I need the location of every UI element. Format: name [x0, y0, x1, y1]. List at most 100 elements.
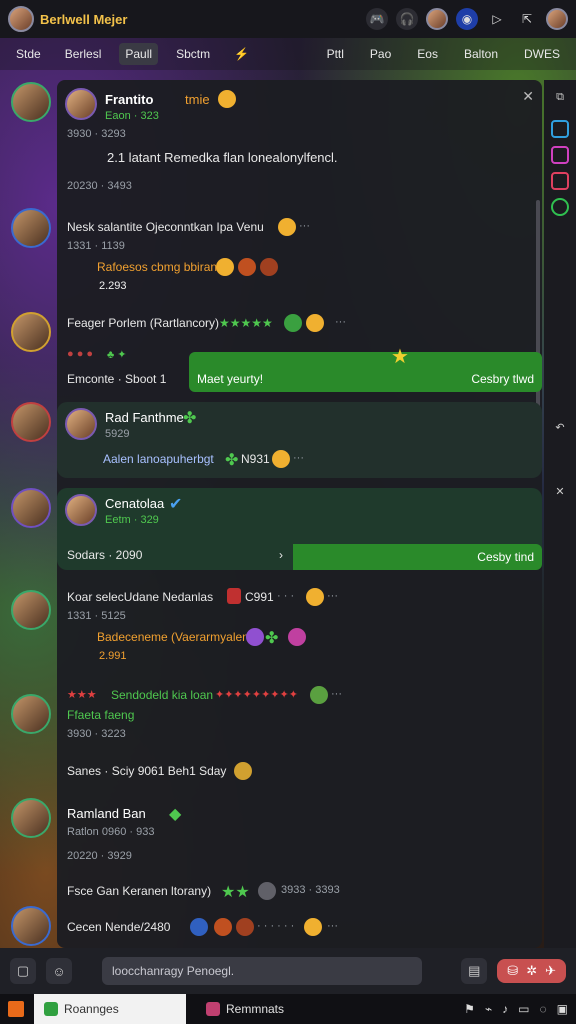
- instagram-icon[interactable]: [551, 146, 569, 164]
- attach-icon[interactable]: ▢: [10, 958, 36, 984]
- cat-icon: [234, 762, 252, 780]
- undo-icon[interactable]: ↶: [551, 418, 569, 436]
- flag-icon[interactable]: [551, 172, 569, 190]
- bar-left-label: Maet yeurty!: [197, 372, 264, 386]
- sender-name[interactable]: Ramland Ban: [67, 806, 146, 821]
- smile-icon: [272, 450, 290, 468]
- power-icon[interactable]: [551, 198, 569, 216]
- message-text: Sanes · Sciy 9061 Beh1 Sday: [67, 764, 227, 778]
- reaction-bar[interactable]: Maet yeurty! Cesbry tlwd: [189, 352, 542, 392]
- avatar[interactable]: [11, 82, 51, 122]
- system-tray: ⚑ ⌁ ♪ ▭ ◌ ▣: [464, 1002, 568, 1016]
- tab-stde[interactable]: Stde: [10, 43, 47, 65]
- message-code: C991: [245, 590, 274, 604]
- voice-icon[interactable]: ⛁: [507, 963, 518, 979]
- tab-pttl[interactable]: Pttl: [321, 43, 350, 65]
- smile-icon: [218, 90, 236, 108]
- taskbar-app-roannges[interactable]: Roannges: [34, 994, 186, 1024]
- gallery-icon[interactable]: ▤: [461, 958, 488, 984]
- message-item: Nesk salantite Ojeconntkan Ipa Venu ··· …: [67, 218, 310, 292]
- game-controller-icon[interactable]: 🎮: [366, 8, 388, 30]
- more-dots: ···: [335, 316, 346, 328]
- right-sidebar: ⧉ ↶ ✕: [544, 80, 576, 948]
- tab-berlesl[interactable]: Berlesl: [59, 43, 108, 65]
- tab-pao[interactable]: Pao: [364, 43, 397, 65]
- status-badge: tmie: [185, 92, 210, 107]
- avatar[interactable]: [11, 590, 51, 630]
- volume-icon[interactable]: ♪: [502, 1002, 508, 1016]
- headset-icon[interactable]: 🎧: [396, 8, 418, 30]
- chat-icon[interactable]: ◌: [540, 1002, 547, 1016]
- status-text: 5929: [105, 428, 130, 440]
- tablet-icon[interactable]: [551, 120, 569, 138]
- clover-icon: ✤: [265, 630, 279, 647]
- avatar[interactable]: [11, 488, 51, 528]
- message-text: Feager Porlem (Rartlancory): [67, 316, 220, 330]
- fire-icon: [214, 918, 232, 936]
- message-title: Nesk salantite Ojeconntkan Ipa Venu: [67, 220, 264, 234]
- emoji-icon[interactable]: ☺: [46, 958, 72, 984]
- avatar[interactable]: [11, 208, 51, 248]
- message-item: ● ● ● ♣ ✦ Emconte · Sboot 1 Maet yeurty!…: [57, 346, 542, 394]
- app-icon: [206, 1002, 220, 1016]
- send-icon[interactable]: ✈: [545, 963, 556, 979]
- gem-icon: ◆: [169, 806, 182, 823]
- camera-icon[interactable]: ▷: [486, 8, 508, 30]
- message-text: Badeceneme (Vaerarmyalengt: [97, 630, 259, 644]
- sender-name[interactable]: Rad Fanthme: [105, 410, 184, 425]
- message-title: Sendodeld kia loan: [111, 688, 214, 702]
- verified-icon: ✔: [169, 496, 183, 513]
- start-icon[interactable]: [8, 1001, 24, 1017]
- message-text: 2.1 latant Remedka flan lonealonylfencl.: [107, 150, 338, 165]
- friend-avatar[interactable]: [426, 8, 448, 30]
- top-bar: Berlwell Mejer 🎮 🎧 ◉ ▷ ⇱: [0, 0, 576, 38]
- status-text: Eaon · 323: [105, 110, 159, 122]
- notification-icon[interactable]: ⚑: [464, 1002, 475, 1016]
- send-actions[interactable]: ⛁ ✲ ✈: [497, 959, 566, 983]
- status-text: Eetm · 329: [105, 514, 159, 526]
- tab-bolt[interactable]: ⚡: [228, 43, 255, 65]
- fire-icon: [236, 918, 254, 936]
- tab-balton[interactable]: Balton: [458, 43, 504, 65]
- message-card: Cenatolaa ✔ Eetm · 329 Sodars · 2090 › C…: [57, 488, 542, 570]
- eye-icon[interactable]: ◉: [456, 8, 478, 30]
- close-icon[interactable]: ✕: [551, 482, 569, 500]
- thumbs-up-icon: [304, 918, 322, 936]
- sender-name[interactable]: Frantito: [105, 92, 153, 107]
- message-subtitle: Ffaeta faeng: [67, 708, 135, 722]
- message-extra: 3933 · 3393: [281, 884, 340, 896]
- avatar[interactable]: [11, 402, 51, 442]
- settings-icon[interactable]: ✲: [526, 963, 537, 979]
- smile-icon: [306, 588, 324, 606]
- reaction-bar[interactable]: Cesby tind: [293, 544, 542, 570]
- fire-icon: [238, 258, 256, 276]
- avatar[interactable]: [11, 906, 51, 946]
- avatar[interactable]: [11, 798, 51, 838]
- message-number: 2.293: [99, 280, 127, 292]
- tab-row: Stde Berlesl Paull Sbctm ⚡ Pttl Pao Eos …: [0, 38, 576, 70]
- avatar: [65, 494, 97, 526]
- user-avatar[interactable]: [8, 6, 34, 32]
- display-icon[interactable]: ▣: [557, 1002, 568, 1016]
- bar-right-label: Cesby tind: [477, 550, 534, 564]
- network-icon[interactable]: ⌁: [485, 1002, 492, 1016]
- sender-name[interactable]: Cenatolaa: [105, 496, 164, 511]
- profile-icon[interactable]: [546, 8, 568, 30]
- timestamp: 20230 · 3493: [67, 180, 132, 192]
- taskbar-app-remmnats[interactable]: Remmnats: [196, 994, 294, 1024]
- timestamp: 3930 · 3223: [67, 728, 126, 740]
- tab-sbctm[interactable]: Sbctm: [170, 43, 216, 65]
- avatar[interactable]: [11, 694, 51, 734]
- message-text: Aalen lanoapuherbgt: [103, 452, 214, 466]
- tab-dwes[interactable]: DWES: [518, 43, 566, 65]
- timestamp: 20220 · 3929: [67, 850, 132, 862]
- tab-paull[interactable]: Paull: [119, 43, 159, 65]
- battery-icon[interactable]: ▭: [518, 1002, 529, 1016]
- message-input[interactable]: [102, 957, 422, 985]
- expand-icon[interactable]: ⧉: [551, 88, 569, 106]
- avatar: [65, 408, 97, 440]
- message-item: Feager Porlem (Rartlancory) ★★★★★ ···: [67, 314, 346, 332]
- avatar[interactable]: [11, 312, 51, 352]
- share-icon[interactable]: ⇱: [516, 8, 538, 30]
- tab-eos[interactable]: Eos: [411, 43, 444, 65]
